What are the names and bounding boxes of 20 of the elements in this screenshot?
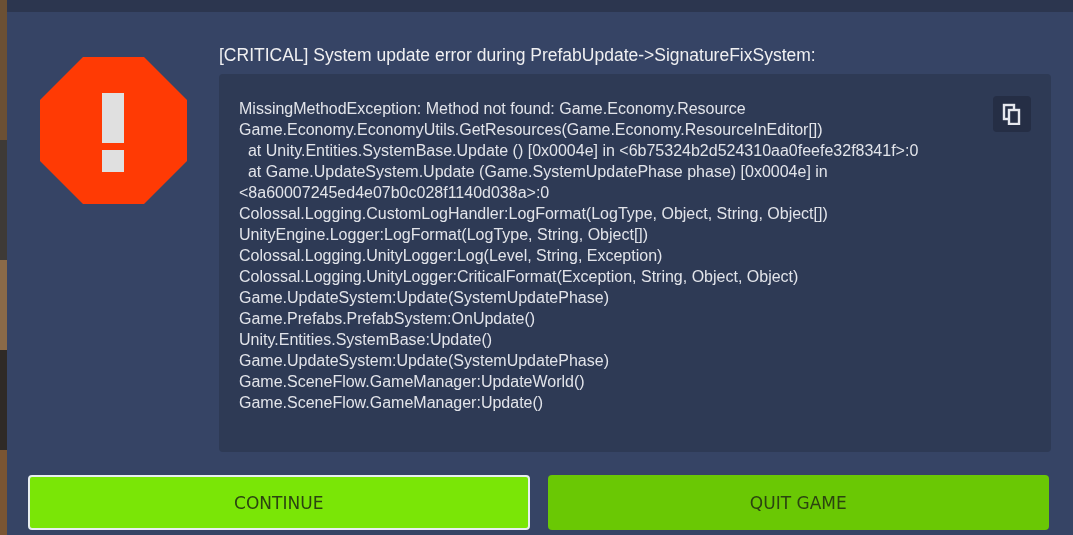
log-line: Game.Economy.EconomyUtils.GetResources(Game.Economy.ResourceInEditor[]) xyxy=(239,120,823,140)
log-line: Colossal.Logging.UnityLogger:CriticalFormat(Exception, String, Object, Object) xyxy=(239,267,799,287)
continue-button[interactable]: CONTINUE xyxy=(28,475,530,530)
log-line: <8a60007245ed4e07b0c028f1140d038a>:0 xyxy=(239,183,550,203)
log-line: at Unity.Entities.SystemBase.Update () [0x0004e] in <6b75324b2d524310aa0feefe32f8341f>:0 xyxy=(246,141,919,161)
log-line: MissingMethodException: Method not found: Game.Economy.Resource xyxy=(239,99,746,119)
log-line: Game.SceneFlow.GameManager:Update() xyxy=(239,393,544,413)
log-line: UnityEngine.Logger:LogFormat(LogType, String, Object[]) xyxy=(239,225,649,245)
log-line: Game.UpdateSystem:Update(SystemUpdatePhase) xyxy=(239,288,609,308)
log-line: at Game.UpdateSystem.Update (Game.SystemUpdatePhase phase) [0x0004e] in xyxy=(246,162,828,182)
stop-warning-icon xyxy=(40,57,187,204)
log-line: Unity.Entities.SystemBase:Update() xyxy=(239,330,493,350)
log-line: Colossal.Logging.CustomLogHandler:LogFormat(LogType, Object, String, Object[]) xyxy=(239,204,828,224)
log-line: Game.Prefabs.PrefabSystem:OnUpdate() xyxy=(239,309,536,329)
dialog-title: [CRITICAL] System update error during PrefabUpdate->SignatureFixSystem: xyxy=(219,45,817,66)
log-line: Game.SceneFlow.GameManager:UpdateWorld() xyxy=(239,372,585,392)
quit-game-button[interactable]: QUIT GAME xyxy=(547,475,1049,530)
copy-icon[interactable] xyxy=(993,96,1031,132)
log-line: Colossal.Logging.UnityLogger:Log(Level, String, Exception) xyxy=(239,246,663,266)
log-line: Game.UpdateSystem:Update(SystemUpdatePhase) xyxy=(239,351,609,371)
